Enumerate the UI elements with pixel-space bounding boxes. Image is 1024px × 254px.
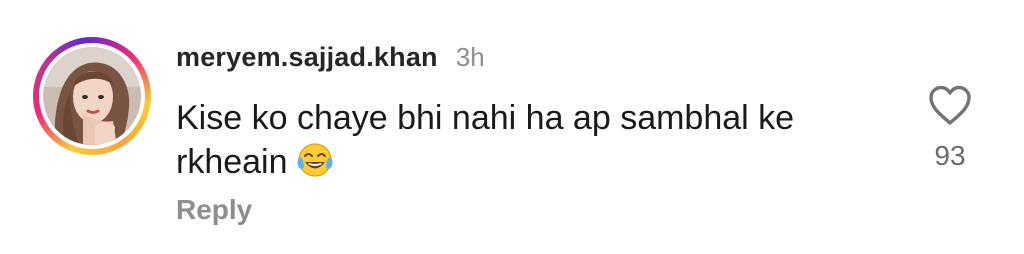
avatar-border [39, 43, 145, 149]
timestamp: 3h [455, 42, 485, 72]
comment-header: meryem.sajjad.khan 3h [176, 42, 485, 82]
tears-of-joy-emoji-icon [296, 141, 334, 190]
comment-body: Kise ko chaye bhi nahi ha ap sambhal ke … [176, 96, 876, 190]
heart-outline-icon[interactable] [927, 84, 973, 126]
reply-button[interactable]: Reply [176, 194, 252, 226]
username[interactable]: meryem.sajjad.khan [176, 42, 438, 73]
comment-item: meryem.sajjad.khan 3h Kise ko chaye bhi … [0, 0, 1024, 254]
avatar[interactable] [43, 47, 141, 145]
avatar-image [43, 47, 141, 145]
comment-text: Kise ko chaye bhi nahi ha ap sambhal ke … [176, 99, 795, 181]
story-ring[interactable] [33, 37, 151, 155]
like-count: 93 [934, 140, 966, 171]
